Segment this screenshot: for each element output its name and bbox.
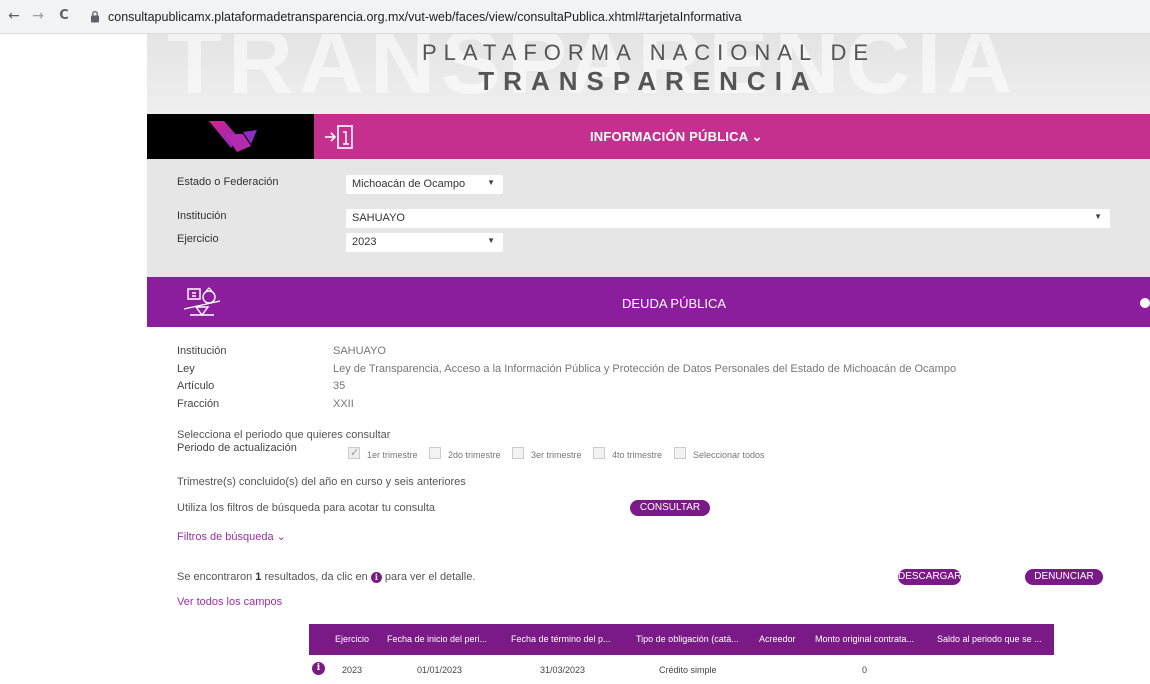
periodo-note: Trimestre(s) concluido(s) del año en cur… [177, 476, 466, 488]
debt-scale-icon [183, 287, 221, 317]
label-1er-trimestre: 1er trimestre [367, 450, 418, 460]
detail-ley-value: Ley de Transparencia, Acceso a la Inform… [333, 363, 957, 375]
detail-ley-label: Ley [177, 363, 195, 375]
checkbox-1er-trimestre[interactable]: ✓ [348, 447, 360, 459]
cell-tipo-obligacion: Crédito simple [659, 665, 717, 675]
lock-icon [91, 10, 99, 23]
column-header-monto-original[interactable]: Monto original contrata... [815, 634, 914, 644]
label-seleccionar-todos: Seleccionar todos [693, 450, 765, 460]
checkbox-4to-trimestre[interactable] [593, 447, 605, 459]
browser-toolbar: ← → C consultapublicamx.plataformadetran… [0, 0, 1150, 34]
cell-fecha-inicio: 01/01/2023 [417, 665, 463, 675]
detail-fraccion-label: Fracción [177, 398, 220, 410]
checkbox-3er-trimestre[interactable] [512, 447, 524, 459]
column-header-saldo-periodo[interactable]: Saldo al periodo que se ... [937, 634, 1042, 644]
main-navbar: INFORMACIÓN PÚBLICA ⌄ [147, 114, 1150, 159]
exit-icon[interactable] [323, 123, 361, 151]
informacion-publica-menu[interactable]: INFORMACIÓN PÚBLICA ⌄ [590, 129, 763, 145]
row-detail-info-icon[interactable]: i [312, 662, 325, 675]
institucion-select[interactable]: SAHUAYO ▼ [346, 209, 1110, 228]
column-header-fecha-inicio[interactable]: Fecha de inicio del peri... [387, 634, 487, 644]
estado-selected-value: Michoacán de Ocampo [352, 178, 466, 190]
checkbox-seleccionar-todos[interactable] [674, 447, 686, 459]
section-header: DEUDA PÚBLICA [147, 277, 1150, 327]
chevron-down-icon: ▼ [487, 178, 495, 187]
detail-institucion-label: Institución [177, 345, 227, 357]
label-3er-trimestre: 3er trimestre [531, 450, 582, 460]
checkbox-2do-trimestre[interactable] [429, 447, 441, 459]
consulta-hint: Utiliza los filtros de búsqueda para aco… [177, 502, 436, 514]
header-banner: TRANSPARENCIA PLATAFORMA NACIONAL DE TRA… [147, 34, 1150, 114]
detail-fraccion-value: XXII [333, 398, 354, 410]
label-2do-trimestre: 2do trimestre [448, 450, 501, 460]
url-text: consultapublicamx.plataformadetransparen… [108, 10, 742, 24]
filtros-busqueda-link[interactable]: Filtros de búsqueda ⌄ [177, 530, 286, 543]
cell-ejercicio: 2023 [342, 665, 363, 675]
ejercicio-label: Ejercicio [177, 233, 219, 245]
consultar-button[interactable]: CONSULTAR [630, 500, 710, 516]
column-header-acreedor[interactable]: Acreedor [759, 634, 796, 644]
logo-mark-icon [209, 121, 257, 152]
address-bar[interactable]: consultapublicamx.plataformadetransparen… [84, 5, 1144, 29]
results-table-header: Ejercicio Fecha de inicio del peri... Fe… [309, 624, 1054, 655]
periodo-label: Periodo de actualización [177, 442, 297, 454]
results-prefix: Se encontraron [177, 571, 256, 583]
info-icon: i [370, 572, 382, 583]
banner-title-line2: TRANSPARENCIA [478, 66, 819, 96]
checkmark-icon: ✓ [350, 447, 360, 459]
reload-icon[interactable]: C [56, 8, 72, 24]
cell-fecha-termino: 31/03/2023 [540, 665, 586, 675]
institucion-selected-value: SAHUAYO [352, 212, 405, 224]
column-header-fecha-termino[interactable]: Fecha de término del p... [511, 634, 611, 644]
cell-monto-original: 0 [862, 665, 868, 675]
ejercicio-selected-value: 2023 [352, 236, 377, 248]
detail-articulo-label: Artículo [177, 380, 215, 392]
descargar-button[interactable]: DESCARGAR [898, 569, 961, 585]
section-title: DEUDA PÚBLICA [622, 296, 727, 311]
forward-arrow-icon[interactable]: → [30, 8, 46, 24]
column-header-ejercicio[interactable]: Ejercicio [335, 634, 369, 644]
detail-articulo-value: 35 [333, 380, 346, 392]
results-suffix-b: para ver el detalle. [381, 571, 476, 583]
periodo-prompt: Selecciona el periodo que quieres consul… [177, 429, 391, 441]
results-summary: Se encontraron 1 resultados, da clic en … [177, 571, 475, 583]
ejercicio-select[interactable]: 2023 ▼ [346, 233, 503, 252]
logo[interactable] [147, 114, 314, 159]
institucion-label: Institución [177, 210, 227, 222]
detail-institucion-value: SAHUAYO [333, 345, 386, 357]
estado-select[interactable]: Michoacán de Ocampo ▼ [346, 175, 503, 194]
filters-panel: Estado o Federación Michoacán de Ocampo … [147, 159, 1150, 277]
banner-title-line1: PLATAFORMA NACIONAL DE [421, 40, 876, 65]
estado-label: Estado o Federación [177, 176, 279, 188]
chevron-down-icon: ▼ [487, 236, 495, 245]
column-header-tipo-obligacion[interactable]: Tipo de obligación (catá... [636, 634, 739, 644]
ver-todos-campos-link[interactable]: Ver todos los campos [177, 596, 282, 608]
label-4to-trimestre: 4to trimestre [612, 450, 663, 460]
toggle-dot-icon[interactable] [1140, 298, 1150, 308]
denunciar-button[interactable]: DENUNCIAR [1025, 569, 1103, 585]
chevron-down-icon: ▼ [1094, 212, 1102, 221]
back-arrow-icon[interactable]: ← [6, 8, 22, 24]
results-suffix-a: resultados, da clic en [261, 571, 371, 583]
